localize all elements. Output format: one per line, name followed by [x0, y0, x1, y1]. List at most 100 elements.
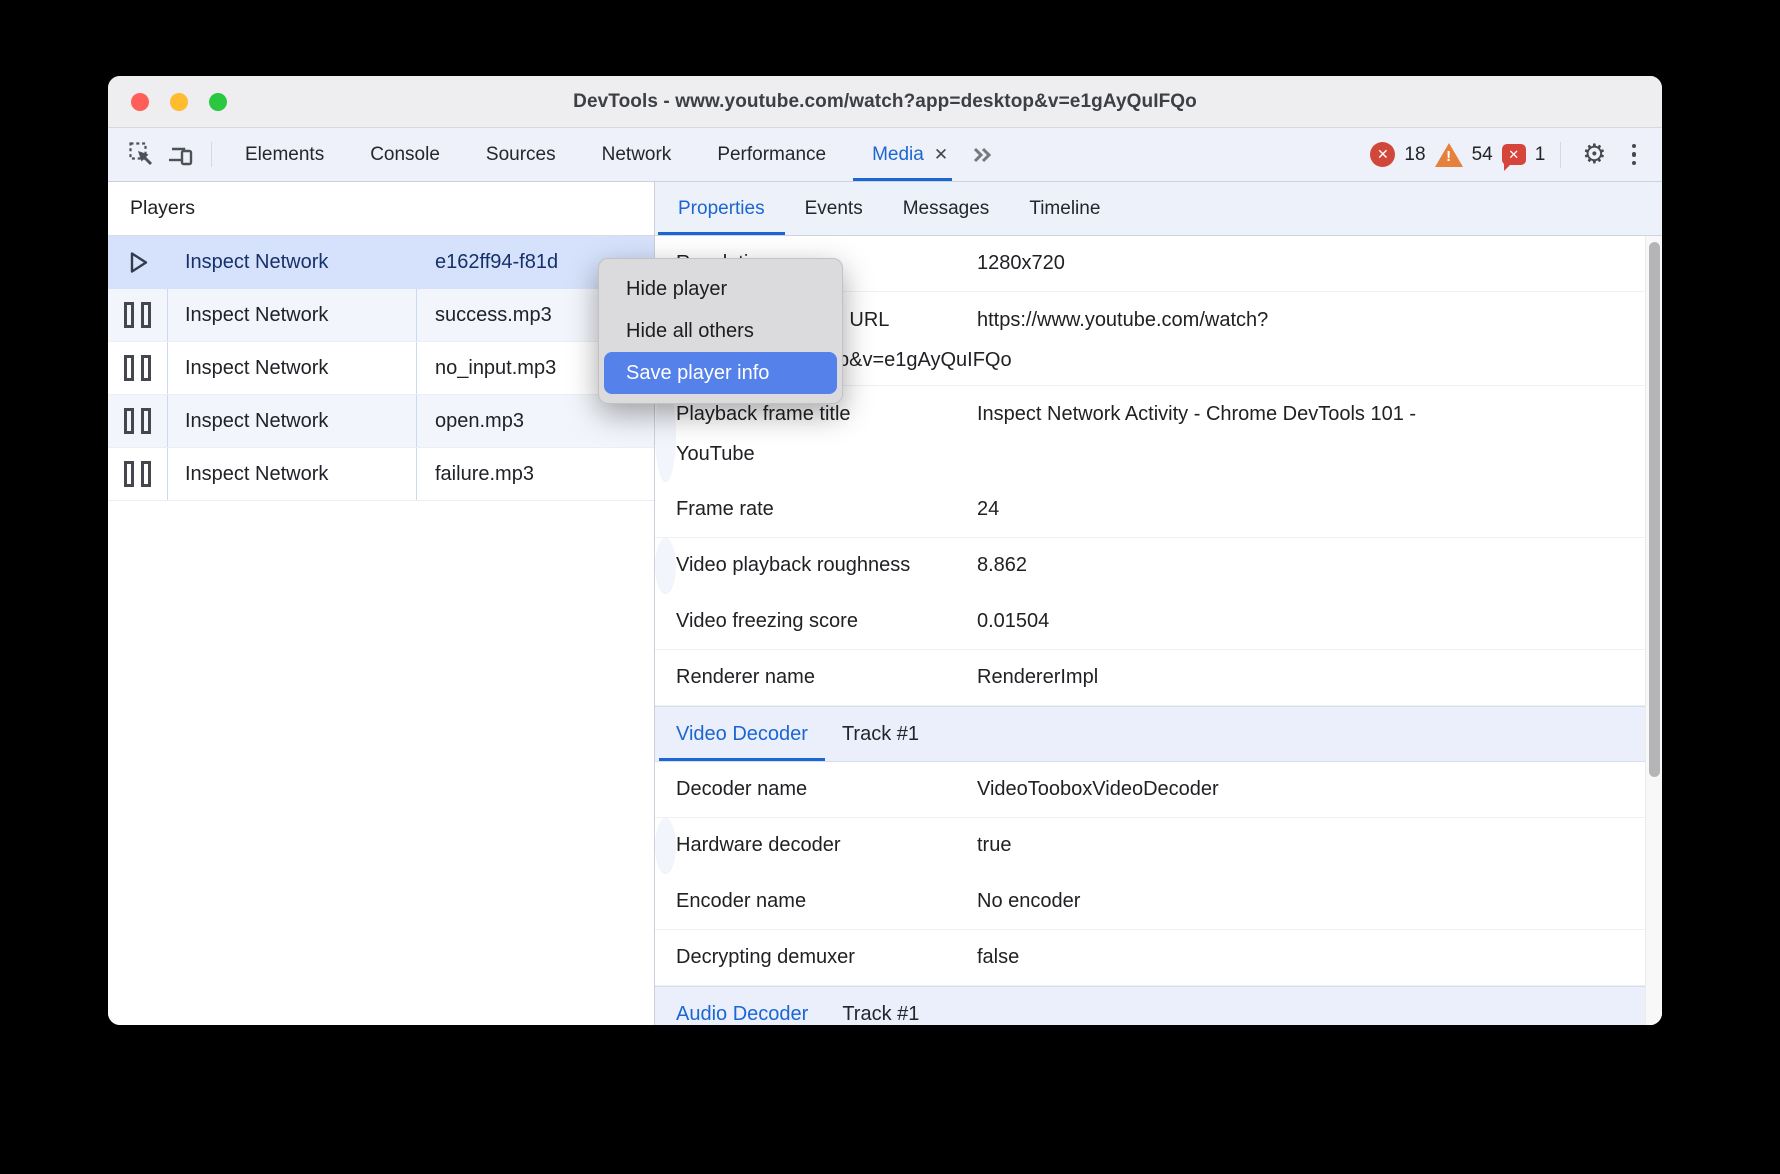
customize-devtools-menu-button[interactable]	[1622, 143, 1647, 166]
play-state-cell	[108, 236, 168, 289]
property-value: 0.01504	[977, 610, 1050, 632]
zoom-window-button[interactable]	[209, 92, 227, 111]
tab-timeline[interactable]: Timeline	[1009, 182, 1120, 235]
property-value-line1: Inspect Network Activity - Chrome DevToo…	[977, 403, 1417, 425]
tab-console[interactable]: Console	[347, 128, 463, 181]
player-row[interactable]: Inspect Network failure.mp3	[108, 448, 654, 501]
pause-icon	[124, 461, 151, 487]
device-toolbar-icon	[167, 141, 195, 169]
property-value: 1280x720	[977, 252, 1065, 274]
video-decoder-section-header: Video Decoder Track #1	[655, 706, 1645, 762]
pause-icon	[124, 302, 151, 328]
property-value: 8.862	[977, 554, 1028, 576]
devtools-main: Players Inspect Network e162ff94-f81d In…	[108, 182, 1662, 1025]
tab-media[interactable]: Media	[849, 128, 932, 181]
property-row-decoder-name: Decoder name VideoTooboxVideoDecoder	[655, 762, 1645, 818]
console-errors-icon[interactable]: ✕	[1370, 142, 1396, 167]
device-toolbar-button[interactable]	[161, 128, 201, 181]
property-label: Renderer name	[676, 666, 815, 688]
property-row-decrypting-demuxer: Decrypting demuxer false	[655, 930, 1645, 986]
scrollbar-thumb[interactable]	[1649, 242, 1660, 777]
property-value: No encoder	[977, 890, 1081, 912]
player-name: Inspect Network	[168, 448, 417, 500]
close-media-tab-button[interactable]: ✕	[932, 128, 958, 181]
tab-properties[interactable]: Properties	[658, 182, 785, 235]
property-value: true	[977, 834, 1012, 856]
property-label: Video playback roughness	[676, 554, 911, 576]
property-label: Hardware decoder	[676, 834, 841, 856]
traffic-lights	[131, 76, 227, 127]
menu-item-hide-player[interactable]: Hide player	[599, 268, 842, 310]
property-label: Decrypting demuxer	[676, 946, 855, 968]
tab-audio-decoder[interactable]: Audio Decoder	[659, 987, 825, 1025]
pause-icon	[124, 408, 151, 434]
console-warnings-icon[interactable]: !	[1434, 142, 1463, 167]
warning-exclamation: !	[1446, 147, 1452, 165]
play-state-cell	[108, 342, 168, 394]
more-tabs-button[interactable]	[958, 128, 1008, 181]
settings-gear-button[interactable]: ⚙	[1576, 141, 1612, 168]
close-window-button[interactable]	[131, 92, 149, 111]
properties-tab-strip: Properties Events Messages Timeline	[655, 182, 1662, 236]
player-row[interactable]: Inspect Network no_input.mp3	[108, 342, 654, 395]
console-errors-count: 18	[1404, 143, 1426, 165]
property-label: Decoder name	[676, 778, 808, 800]
tab-network[interactable]: Network	[579, 128, 695, 181]
property-row-hardware-decoder: Hardware decoder true	[655, 818, 1011, 874]
devtools-window: DevTools - www.youtube.com/watch?app=des…	[108, 76, 1662, 1025]
player-context-menu: Hide player Hide all others Save player …	[598, 258, 843, 404]
tab-performance[interactable]: Performance	[694, 128, 849, 181]
property-value-line1: https://www.youtube.com/watch?	[977, 309, 1269, 331]
window-titlebar: DevTools - www.youtube.com/watch?app=des…	[108, 76, 1662, 128]
toolbar-divider	[1560, 141, 1562, 168]
play-icon	[125, 249, 151, 276]
play-state-cell	[108, 289, 168, 341]
screen-background: DevTools - www.youtube.com/watch?app=des…	[0, 0, 1780, 1174]
player-name: Inspect Network	[185, 251, 329, 273]
property-value: RendererImpl	[977, 666, 1099, 688]
property-row-renderer-name: Renderer name RendererImpl	[655, 650, 1645, 706]
property-label: Video freezing score	[676, 610, 858, 632]
tab-sources[interactable]: Sources	[463, 128, 579, 181]
player-row[interactable]: Inspect Network success.mp3	[108, 289, 654, 342]
minimize-window-button[interactable]	[170, 92, 188, 111]
toolbar-status-cluster: ✕ 18 ! 54 ✕ 1 ⚙	[1370, 128, 1646, 181]
close-icon: ✕	[933, 144, 949, 164]
tab-elements[interactable]: Elements	[222, 128, 347, 181]
property-row-playback-roughness: Video playback roughness 8.862	[655, 538, 1027, 594]
player-name: Inspect Network	[168, 342, 417, 394]
property-row-freezing-score: Video freezing score 0.01504	[655, 594, 1645, 650]
inspect-cursor-icon	[128, 141, 155, 168]
pause-icon	[124, 355, 151, 381]
player-name: Inspect Network	[168, 395, 417, 447]
player-row[interactable]: Inspect Network open.mp3	[108, 395, 654, 448]
property-label: Frame rate	[676, 498, 774, 520]
tab-messages[interactable]: Messages	[883, 182, 1010, 235]
player-name: Inspect Network	[168, 289, 417, 341]
player-source: failure.mp3	[435, 462, 534, 485]
players-panel-header: Players	[108, 182, 654, 236]
issues-icon[interactable]: ✕	[1501, 144, 1526, 171]
tab-video-track-1[interactable]: Track #1	[825, 707, 936, 761]
issues-count: 1	[1534, 143, 1546, 165]
property-row-frame-rate: Frame rate 24	[655, 482, 1645, 538]
tab-video-decoder[interactable]: Video Decoder	[659, 707, 825, 761]
property-label: Encoder name	[676, 890, 807, 912]
menu-item-save-player-info[interactable]: Save player info	[604, 352, 837, 394]
audio-decoder-section-header: Audio Decoder Track #1	[655, 986, 1645, 1025]
property-row-encoder-name: Encoder name No encoder	[655, 874, 1645, 930]
property-value: false	[977, 946, 1020, 968]
tab-events[interactable]: Events	[785, 182, 883, 235]
menu-item-hide-all-others[interactable]: Hide all others	[599, 310, 842, 352]
chevron-double-right-icon	[970, 144, 996, 166]
devtools-toolbar: Elements Console Sources Network Perform…	[108, 128, 1662, 182]
play-state-cell	[108, 395, 168, 447]
inspect-element-button[interactable]	[121, 128, 161, 181]
window-title: DevTools - www.youtube.com/watch?app=des…	[573, 90, 1197, 112]
vertical-scrollbar[interactable]	[1645, 236, 1662, 1025]
console-warnings-count: 54	[1471, 143, 1493, 165]
tab-audio-track-1[interactable]: Track #1	[825, 987, 936, 1025]
player-row-selected[interactable]: Inspect Network e162ff94-f81d	[108, 236, 654, 289]
property-value: 24	[977, 498, 1000, 520]
